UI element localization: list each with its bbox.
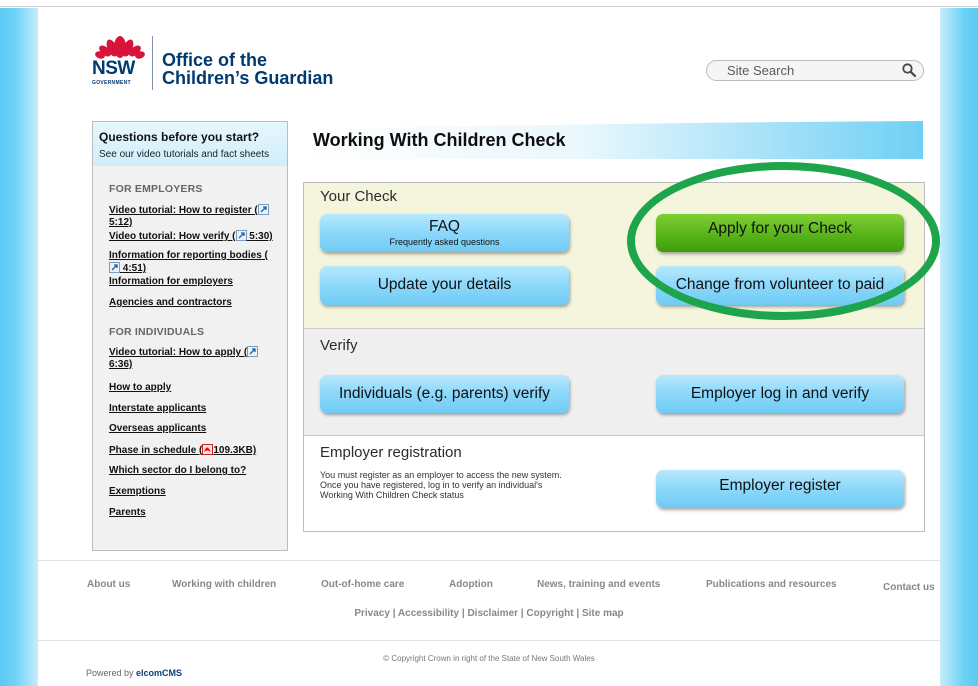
verify-heading: Verify (320, 337, 358, 354)
sidebar-question: Questions before you start? (99, 130, 260, 144)
footer-nav-adoption[interactable]: Adoption (449, 579, 493, 590)
org-name-line2[interactable]: Children’s Guardian (162, 68, 333, 89)
video-icon (235, 230, 247, 241)
nsw-logo-text: NSW (92, 58, 135, 79)
title-bar: Working With Children Check (303, 121, 923, 159)
footer-nav-news[interactable]: News, training and events (537, 579, 660, 590)
sidebar-item-reporting-bodies[interactable]: Information for reporting bodies ( 4:51) (109, 250, 284, 275)
disclaimer-link[interactable]: Disclaimer (467, 608, 518, 619)
employer-login-verify-button[interactable]: Employer log in and verify (656, 375, 904, 413)
search-icon[interactable] (901, 62, 917, 78)
footer-nav-about-us[interactable]: About us (87, 579, 130, 590)
top-rule (0, 6, 978, 7)
right-decor-strip (940, 8, 978, 686)
your-check-section: Your Check FAQ Frequently asked question… (304, 183, 924, 329)
sidebar-item-exemptions[interactable]: Exemptions (109, 486, 284, 498)
sidebar-item-how-to-apply[interactable]: How to apply (109, 382, 284, 394)
site-search (706, 60, 924, 81)
footer-nav-contact-us[interactable]: Contact us (883, 582, 935, 593)
cms-brand-link[interactable]: elcomCMS (136, 668, 182, 678)
sidebar-intro: Questions before you start? See our vide… (93, 122, 287, 167)
sitemap-link[interactable]: Site map (582, 608, 624, 619)
copyright-text: © Copyright Crown in right of the State … (383, 654, 595, 663)
change-volunteer-to-paid-button[interactable]: Change from volunteer to paid (656, 266, 904, 305)
video-icon (257, 204, 269, 215)
sidebar-item-agencies[interactable]: Agencies and contractors (109, 297, 284, 309)
sidebar-item-which-sector[interactable]: Which sector do I belong to? (109, 465, 284, 477)
apply-for-check-button[interactable]: Apply for your Check (656, 214, 904, 252)
faq-sublabel: Frequently asked questions (389, 237, 500, 247)
individuals-heading: FOR INDIVIDUALS (109, 326, 205, 338)
sidebar-item-video-apply[interactable]: Video tutorial: How to apply (6:36) (109, 346, 284, 371)
sidebar-item-parents[interactable]: Parents (109, 507, 284, 519)
employer-registration-heading: Employer registration (320, 444, 462, 461)
update-details-button[interactable]: Update your details (320, 266, 569, 305)
video-icon (247, 346, 259, 357)
page-title: Working With Children Check (313, 130, 566, 150)
verify-section: Verify Individuals (e.g. parents) verify… (304, 329, 924, 436)
employer-registration-text: You must register as an employer to acce… (320, 470, 562, 500)
faq-button[interactable]: FAQ Frequently asked questions (320, 214, 569, 252)
logo-divider (152, 36, 153, 90)
footer-nav-publications[interactable]: Publications and resources (706, 579, 837, 590)
sidebar-item-interstate[interactable]: Interstate applicants (109, 403, 284, 415)
footer-legal-links: Privacy | Accessibility | Disclaimer | C… (354, 608, 624, 619)
your-check-heading: Your Check (320, 188, 397, 205)
employers-heading: FOR EMPLOYERS (109, 183, 203, 195)
faq-label: FAQ (428, 218, 460, 235)
sidebar-subtext: See our video tutorials and fact sheets (99, 149, 270, 160)
footer-divider-2 (38, 640, 940, 641)
powered-by: Powered by elcomCMS (86, 668, 183, 678)
sidebar-links: FOR EMPLOYERS Video tutorial: How to reg… (93, 166, 287, 550)
privacy-link[interactable]: Privacy (354, 608, 390, 619)
accessibility-link[interactable]: Accessibility (398, 608, 459, 619)
left-decor-strip (0, 8, 38, 686)
waratah-logo-icon (95, 36, 145, 59)
copyright-link[interactable]: Copyright (526, 608, 573, 619)
sidebar-item-video-verify[interactable]: Video tutorial: How verify ( 5:30) (109, 230, 284, 243)
sidebar-item-phase-in[interactable]: Phase in schedule (109.3KB) (109, 444, 284, 457)
sidebar: Questions before you start? See our vide… (92, 121, 288, 551)
sidebar-item-info-employers[interactable]: Information for employers (109, 276, 284, 288)
search-input[interactable] (727, 62, 887, 78)
video-icon (109, 262, 120, 273)
sidebar-item-overseas[interactable]: Overseas applicants (109, 423, 284, 435)
employer-registration-section: Employer registration You must register … (304, 436, 924, 531)
footer-divider (38, 560, 940, 561)
footer-nav-working-with-children[interactable]: Working with children (172, 579, 276, 590)
footer-nav-out-of-home-care[interactable]: Out-of-home care (321, 579, 404, 590)
sidebar-item-video-register[interactable]: Video tutorial: How to register (5:12) (109, 204, 284, 229)
employer-register-button[interactable]: Employer register (656, 470, 904, 508)
pdf-icon (202, 444, 214, 455)
main-panel: Your Check FAQ Frequently asked question… (303, 182, 925, 532)
individuals-verify-button[interactable]: Individuals (e.g. parents) verify (320, 375, 569, 413)
government-logo-text: GOVERNMENT (92, 80, 131, 86)
